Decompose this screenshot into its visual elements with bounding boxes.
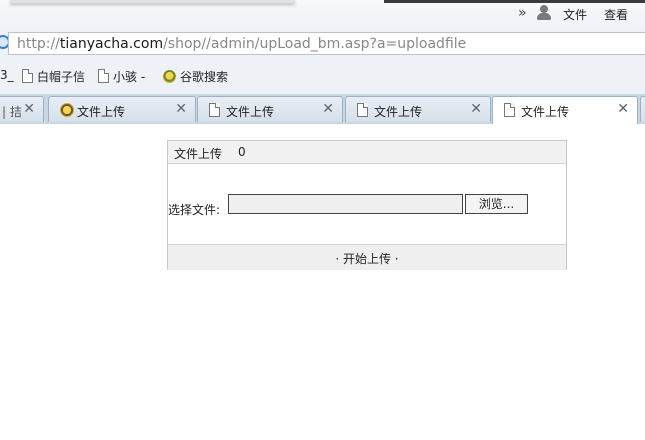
tab-file-upload[interactable]: 文件上传 ✕ xyxy=(197,96,343,122)
window-frame-edge xyxy=(384,0,645,3)
menu-file[interactable]: 文件 xyxy=(563,6,587,23)
tab-partial[interactable]: | 拮 ✕ xyxy=(0,96,44,122)
close-icon[interactable]: ✕ xyxy=(23,101,35,117)
more-chevron-icon[interactable]: » xyxy=(518,5,527,21)
tab-file-upload-active[interactable]: 文件上传 ✕ xyxy=(492,96,638,124)
menu-view[interactable]: 查看 xyxy=(604,6,628,23)
bookmarks-bar: 3_ 白帽子信 小骇 - 谷歌搜索 xyxy=(0,58,645,95)
form-header: 文件上传 0 xyxy=(168,141,566,164)
close-icon[interactable]: ✕ xyxy=(175,101,187,117)
upload-form: 文件上传 0 选择文件: 浏览... · 开始上传 · xyxy=(167,140,567,270)
tab-label: 文件上传 xyxy=(521,105,570,119)
site-favicon-icon xyxy=(60,103,74,117)
new-tab-button[interactable] xyxy=(640,96,645,122)
close-icon[interactable]: ✕ xyxy=(617,101,629,117)
tab-file-upload[interactable]: 文件上传 ✕ xyxy=(48,96,196,122)
form-title: 文件上传 xyxy=(174,147,223,161)
bookmark-item[interactable]: 3_ xyxy=(0,68,14,82)
tab-file-upload[interactable]: 文件上传 ✕ xyxy=(345,96,491,122)
page-icon xyxy=(357,103,368,117)
page-icon xyxy=(209,103,220,117)
bookmark-item[interactable]: 白帽子信 xyxy=(22,68,85,85)
tab-strip: | 拮 ✕ 文件上传 ✕ 文件上传 ✕ 文件上传 ✕ 文件上传 ✕ xyxy=(0,94,645,124)
close-icon[interactable]: ✕ xyxy=(470,101,482,117)
tab-label: 文件上传 xyxy=(226,105,275,119)
google-search-icon xyxy=(163,70,176,83)
address-bar: http://tianyacha.com/shop//admin/upLoad_… xyxy=(0,30,645,58)
window-top-bar: » 文件 查看 xyxy=(0,0,645,30)
upload-count: 0 xyxy=(238,145,246,159)
close-icon[interactable]: ✕ xyxy=(322,101,334,117)
popup-edge xyxy=(10,0,295,3)
tab-label: 文件上传 xyxy=(374,105,423,119)
bookmark-item[interactable]: 小骇 - xyxy=(98,68,145,85)
page-icon xyxy=(504,103,515,117)
browse-button[interactable]: 浏览... xyxy=(465,194,528,214)
url-text: http://tianyacha.com/shop//admin/upLoad_… xyxy=(17,36,467,52)
page-icon xyxy=(22,69,33,83)
tab-label: | 拮 xyxy=(2,105,22,119)
file-path-input[interactable] xyxy=(228,194,463,214)
tab-label: 文件上传 xyxy=(77,105,126,119)
start-upload-button[interactable]: · 开始上传 · xyxy=(168,250,566,267)
url-input[interactable]: http://tianyacha.com/shop//admin/upLoad_… xyxy=(8,32,645,55)
form-footer: · 开始上传 · xyxy=(168,244,566,270)
page-icon xyxy=(98,69,109,83)
bookmark-item[interactable]: 谷歌搜索 xyxy=(163,68,228,85)
file-label: 选择文件: xyxy=(168,203,221,217)
user-icon[interactable] xyxy=(537,5,551,21)
